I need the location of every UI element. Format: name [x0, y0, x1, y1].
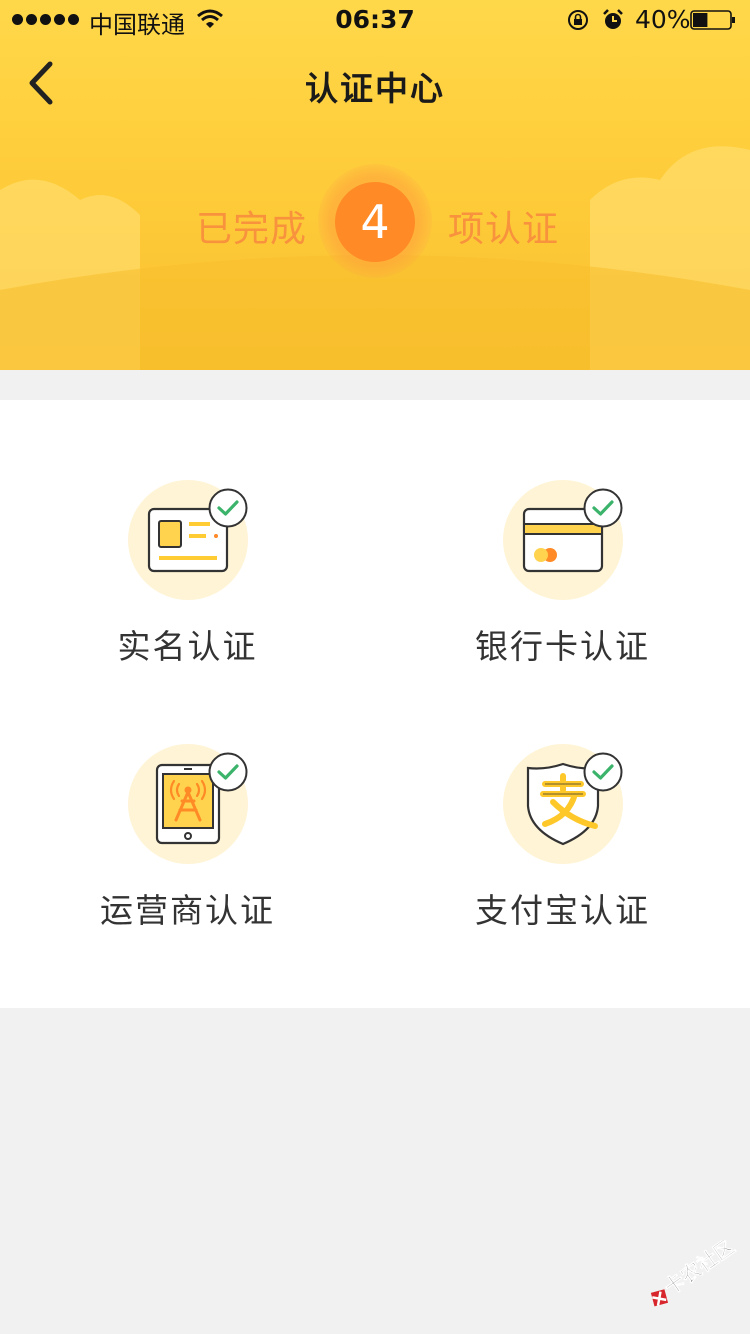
- completed-suffix: 项认证: [448, 209, 560, 250]
- header-banner: 中国联通 06:37 40% 认证中心 已完成 4 项认证: [0, 0, 750, 370]
- battery-percentage: 40%: [635, 5, 691, 34]
- verified-check-icon: [583, 752, 623, 792]
- alarm-icon: [603, 9, 623, 29]
- rotation-lock-icon: [568, 10, 588, 30]
- carrier-verification-item[interactable]: 运营商认证: [0, 664, 375, 930]
- bank-card-verification-item[interactable]: 银行卡认证: [375, 400, 750, 666]
- item-label: 支付宝认证: [475, 891, 650, 930]
- verified-check-icon: [208, 752, 248, 792]
- identity-verification-item[interactable]: 实名认证: [0, 400, 375, 666]
- completed-prefix: 已完成: [196, 209, 308, 250]
- item-label: 运营商认证: [100, 891, 275, 930]
- item-label: 银行卡认证: [475, 627, 650, 666]
- verification-grid: 实名认证 银行卡认证 运营商认证 支付宝认证: [0, 400, 750, 1008]
- status-bar: 中国联通 06:37 40%: [0, 0, 750, 40]
- verified-check-icon: [208, 488, 248, 528]
- verified-check-icon: [583, 488, 623, 528]
- page-title: 认证中心: [305, 69, 445, 108]
- kanong-watermark-logo: 卡农社区: [650, 1240, 739, 1307]
- battery-icon: [690, 10, 735, 30]
- completed-count-badge: 4: [335, 182, 415, 262]
- watermark-text: 卡农社区: [660, 1240, 739, 1300]
- item-label: 实名认证: [117, 627, 258, 666]
- alipay-verification-item[interactable]: 支付宝认证: [375, 664, 750, 930]
